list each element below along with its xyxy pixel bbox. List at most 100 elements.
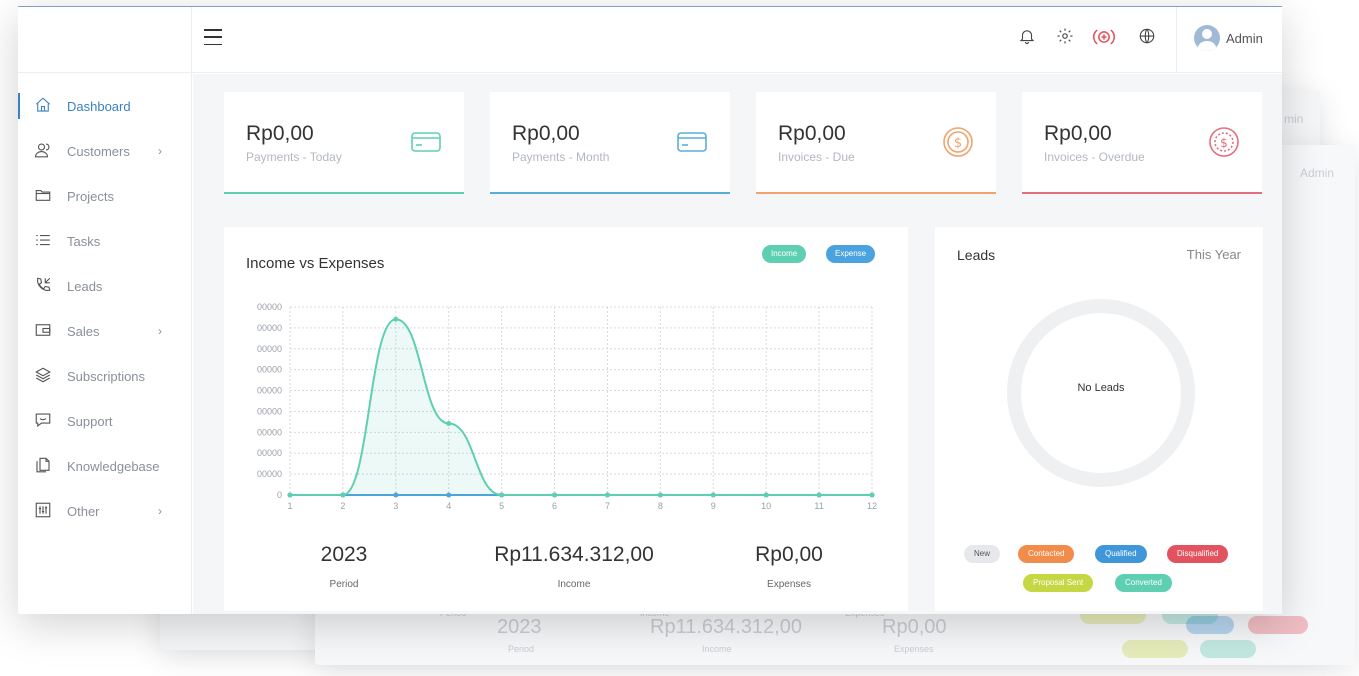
sidebar-item-subscriptions[interactable]: Subscriptions: [18, 361, 192, 391]
app-window: Admin Dashboard Customers › Projects Tas…: [18, 6, 1282, 614]
leads-title: Leads: [957, 247, 996, 263]
stat-card-payments-today[interactable]: Rp0,00 Payments - Today: [224, 92, 464, 194]
stat-label: Invoices - Overdue: [1044, 150, 1145, 164]
data-point-income: [869, 492, 875, 498]
layers-icon: [33, 366, 53, 386]
ghost-text: Expenses: [894, 644, 934, 654]
credit-card-icon: [676, 126, 708, 158]
y-tick-label: 00000: [257, 406, 282, 416]
stat-accent-bar: [224, 192, 464, 194]
sidebar-item-leads[interactable]: Leads: [18, 271, 192, 301]
chevron-right-icon: ›: [158, 324, 162, 338]
stat-accent-bar: [756, 192, 996, 194]
sidebar-item-sales[interactable]: Sales ›: [18, 316, 192, 346]
income-expenses-card: Income vs Expenses Income Expense 00000 0…: [224, 227, 908, 611]
ghost-text: Rp0,00: [882, 616, 947, 638]
data-point-income: [446, 420, 452, 426]
ghost-pill: [1200, 640, 1256, 658]
stat-card-invoices-overdue[interactable]: Rp0,00 Invoices - Overdue $: [1022, 92, 1262, 194]
y-tick-label: 00000: [257, 302, 282, 312]
stat-label: Invoices - Due: [778, 150, 855, 164]
x-tick-label: 9: [711, 501, 716, 511]
svg-text:$: $: [1220, 136, 1228, 150]
series-area-income: [290, 319, 872, 495]
stat-label: Payments - Month: [512, 150, 610, 164]
bell-icon[interactable]: [1016, 27, 1038, 49]
add-circle-icon[interactable]: [1092, 27, 1115, 49]
x-tick-label: 8: [658, 501, 663, 511]
leads-period-filter[interactable]: This Year: [1187, 247, 1241, 262]
lead-status-disqualified[interactable]: Disqualified: [1167, 545, 1229, 563]
lead-status-proposal-sent[interactable]: Proposal Sent: [1023, 574, 1094, 592]
user-menu[interactable]: Admin: [1194, 25, 1263, 51]
ghost-text: Income: [702, 644, 732, 654]
sidebar-item-label: Other: [67, 503, 100, 519]
y-tick-label: 0: [277, 490, 282, 500]
data-point-income: [393, 316, 399, 322]
menu-toggle-button[interactable]: [204, 29, 222, 45]
dashboard-content: Rp0,00 Payments - Today Rp0,00 Payments …: [193, 74, 1282, 614]
x-tick-label: 11: [814, 501, 823, 511]
stat-value: Rp0,00: [1044, 122, 1112, 145]
data-point-income: [710, 492, 716, 498]
documents-icon: [33, 456, 53, 476]
sidebar-item-projects[interactable]: Projects: [18, 181, 192, 211]
lead-status-contacted[interactable]: Contacted: [1018, 545, 1075, 563]
data-point-income: [604, 492, 610, 498]
x-tick-label: 1: [287, 501, 292, 511]
ghost-pill: [1248, 616, 1308, 634]
data-point-income: [763, 492, 769, 498]
stat-card-payments-month[interactable]: Rp0,00 Payments - Month: [490, 92, 730, 194]
y-tick-label: 00000: [257, 386, 282, 396]
data-point-income: [657, 492, 663, 498]
ghost-pill: [1186, 616, 1234, 634]
x-tick-label: 7: [605, 501, 610, 511]
lead-status-new[interactable]: New: [964, 545, 1001, 563]
ghost-text: Period: [508, 644, 535, 654]
data-point-income: [340, 492, 346, 498]
svg-text:$: $: [954, 136, 962, 151]
lead-status-converted[interactable]: Converted: [1115, 574, 1172, 592]
avatar: [1194, 25, 1220, 51]
users-icon: [33, 141, 53, 161]
x-tick-label: 3: [393, 501, 398, 511]
x-tick-label: 4: [446, 501, 451, 511]
chat-icon: [33, 411, 53, 431]
top-bar: Admin: [18, 7, 1282, 73]
globe-icon[interactable]: [1136, 27, 1158, 49]
credit-card-icon: [410, 126, 442, 158]
sidebar-item-label: Leads: [67, 278, 103, 294]
income-expenses-chart: 0000000000000000000000000000000000000000…: [257, 302, 877, 511]
home-icon: [33, 96, 53, 116]
stat-card-invoices-due[interactable]: Rp0,00 Invoices - Due $: [756, 92, 996, 194]
sidebar-item-tasks[interactable]: Tasks: [18, 226, 192, 256]
sidebar-item-dashboard[interactable]: Dashboard: [18, 91, 192, 121]
sidebar-item-other[interactable]: Other ›: [18, 496, 192, 526]
phone-incoming-icon: [33, 276, 53, 296]
summary-period-label: Period: [329, 579, 359, 590]
sliders-icon: [33, 501, 53, 521]
ghost-text: min: [1284, 112, 1304, 126]
dollar-coin-dotted-icon: $: [1208, 126, 1240, 158]
sidebar-item-label: Dashboard: [67, 98, 131, 114]
sidebar-item-customers[interactable]: Customers ›: [18, 136, 192, 166]
x-tick-label: 2: [340, 501, 345, 511]
lead-status-qualified[interactable]: Qualified: [1095, 545, 1147, 563]
stat-value: Rp0,00: [246, 122, 314, 145]
list-icon: [33, 231, 53, 251]
sidebar-item-label: Tasks: [67, 233, 101, 249]
y-tick-label: 00000: [257, 365, 282, 375]
data-point-income: [816, 492, 822, 498]
y-tick-label: 00000: [257, 448, 282, 458]
ghost-text: Admin: [1300, 166, 1335, 180]
x-tick-label: 5: [499, 501, 504, 511]
chevron-right-icon: ›: [158, 504, 162, 518]
no-leads-label: No Leads: [1077, 382, 1125, 394]
sidebar-item-knowledgebase[interactable]: Knowledgebase: [18, 451, 192, 481]
stat-value: Rp0,00: [512, 122, 580, 145]
gear-icon[interactable]: [1054, 27, 1076, 49]
sidebar-item-support[interactable]: Support: [18, 406, 192, 436]
brand-area: [18, 7, 192, 73]
ghost-text: 2023: [497, 616, 542, 638]
y-tick-label: 00000: [257, 344, 282, 354]
